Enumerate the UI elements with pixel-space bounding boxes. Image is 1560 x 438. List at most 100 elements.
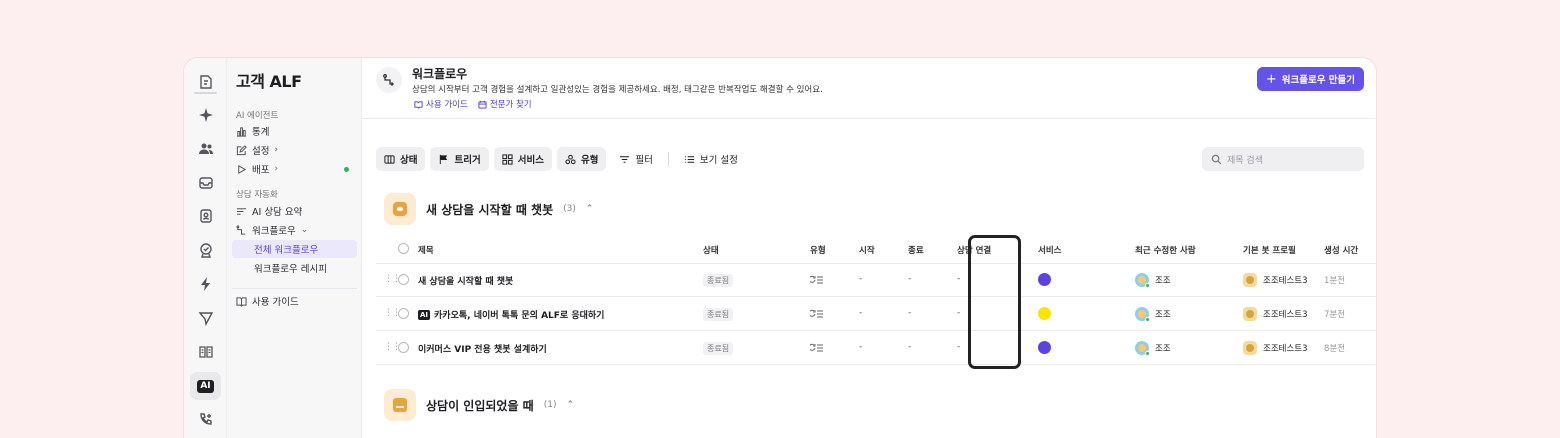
end-value: - xyxy=(908,274,912,284)
sidebar-item-label: 전체 워크플로우 xyxy=(254,245,319,256)
sidebar-item-workflow-recipes[interactable]: 워크플로우 레시피 xyxy=(232,259,357,277)
modifier-name: 조조 xyxy=(1155,310,1171,320)
phone-icon[interactable] xyxy=(190,406,221,434)
group-count: (3) xyxy=(563,204,576,214)
column-header-modifier[interactable]: 최근 수정한 사람 xyxy=(1135,244,1196,256)
sidebar-item-settings[interactable]: 설정 › xyxy=(232,141,357,159)
grid-icon xyxy=(502,153,513,165)
row-title-text: 카카오톡, 네이버 톡톡 문의 ALF로 응대하기 xyxy=(434,311,605,321)
row-divider xyxy=(376,330,1376,331)
row-title[interactable]: 이커머스 VIP 전용 챗봇 설계하기 xyxy=(418,342,547,355)
sidebar-item-user-guide[interactable]: 사용 가이드 xyxy=(232,292,357,310)
kakaotalk-icon xyxy=(1038,307,1051,320)
bot-profile-name: 조조테스트3 xyxy=(1263,276,1308,286)
sidebar-item-label: 사용 가이드 xyxy=(252,297,299,308)
chip-label: 서비스 xyxy=(517,155,544,166)
avatar xyxy=(1135,307,1150,322)
status-filter-chip[interactable]: 상태 xyxy=(376,147,426,171)
sidebar-item-workflow[interactable]: 워크플로우 ⌄ xyxy=(232,221,357,239)
start-value: - xyxy=(859,342,863,352)
status-badge: 종료됨 xyxy=(703,308,734,321)
header-links: 사용 가이드 전문가 찾기 xyxy=(414,98,532,110)
group-header[interactable]: 상담이 인입되었을 때 (1) ⌃ xyxy=(384,389,574,421)
app-window: AI 고객 ALF AI 에이전트 통계 설정 › 배포 › 상담 자동화 AI… xyxy=(184,58,1376,438)
workflow-type-icon xyxy=(810,275,823,284)
row-divider xyxy=(376,364,1376,365)
chip-label: 유형 xyxy=(580,155,599,166)
column-header-bot-profile[interactable]: 기본 봇 프로필 xyxy=(1243,244,1296,256)
sidebar-item-stats[interactable]: 통계 xyxy=(232,122,357,140)
workflow-icon xyxy=(236,224,246,235)
column-header-title[interactable]: 제목 xyxy=(418,244,434,256)
page-description: 상담의 시작부터 고객 경험을 설계하고 일관성있는 경험을 제공하세요. 배정… xyxy=(412,85,823,95)
column-header-end[interactable]: 종료 xyxy=(908,244,924,256)
column-header-created[interactable]: 생성 시간 xyxy=(1324,244,1358,256)
start-value: - xyxy=(859,308,863,318)
calendar-icon xyxy=(478,100,487,109)
book-open-icon xyxy=(236,296,247,307)
book-open-icon xyxy=(414,100,423,109)
bot-profile-name: 조조테스트3 xyxy=(1263,310,1308,320)
group-header[interactable]: 새 상담을 시작할 때 챗봇 (3) ⌃ xyxy=(384,193,593,225)
row-checkbox[interactable] xyxy=(398,308,409,319)
shapes-icon xyxy=(565,154,576,164)
guide-link[interactable]: 사용 가이드 xyxy=(414,98,468,110)
channel-talk-icon xyxy=(1038,341,1051,354)
create-workflow-button[interactable]: + 워크플로우 만들기 xyxy=(1256,67,1364,91)
section-automation: 상담 자동화 xyxy=(236,190,278,200)
lightning-icon[interactable] xyxy=(190,270,221,298)
chip-label: 상태 xyxy=(400,155,418,166)
check-badge-icon[interactable] xyxy=(190,236,221,264)
filter-button[interactable]: 필터 xyxy=(611,147,660,171)
rail-divider xyxy=(194,92,217,94)
select-all-checkbox[interactable] xyxy=(398,243,409,254)
channel-talk-icon xyxy=(1038,273,1051,286)
start-value: - xyxy=(859,274,863,284)
chip-label: 필터 xyxy=(635,155,653,166)
type-filter-chip[interactable]: 유형 xyxy=(556,147,607,171)
inbox-icon xyxy=(384,389,416,421)
row-title[interactable]: AI 카카오톡, 네이버 톡톡 문의 ALF로 응대하기 xyxy=(418,308,604,321)
sidebar-item-label: 워크플로우 xyxy=(252,226,296,237)
column-header-status[interactable]: 상태 xyxy=(703,244,719,256)
book-icon[interactable] xyxy=(190,338,221,366)
create-workflow-label: 워크플로우 만들기 xyxy=(1281,75,1355,86)
users-icon[interactable] xyxy=(190,135,221,163)
sidebar-item-all-workflows[interactable]: 전체 워크플로우 xyxy=(232,240,357,258)
chevron-up-icon[interactable]: ⌃ xyxy=(586,204,594,214)
sidebar-item-ai-summary[interactable]: AI 상담 요약 xyxy=(232,202,357,220)
type-column-highlight xyxy=(968,235,1021,369)
inbox-icon[interactable] xyxy=(190,169,221,197)
row-title[interactable]: 새 상담을 시작할 때 챗봇 xyxy=(418,274,513,287)
created-time: 7분전 xyxy=(1324,310,1346,320)
service-filter-chip[interactable]: 서비스 xyxy=(493,147,552,171)
status-badge: 종료됨 xyxy=(703,342,734,355)
sidebar-item-deploy[interactable]: 배포 › xyxy=(232,160,357,178)
row-checkbox[interactable] xyxy=(398,342,409,353)
column-header-start[interactable]: 시작 xyxy=(859,244,875,256)
avatar xyxy=(1135,273,1150,288)
columns-icon xyxy=(384,154,395,164)
bot-profile-name: 조조테스트3 xyxy=(1263,344,1308,354)
view-settings-button[interactable]: 보기 설정 xyxy=(676,147,746,171)
workflow-type-icon xyxy=(810,343,823,352)
row-checkbox[interactable] xyxy=(398,274,409,285)
chip-label: 트리거 xyxy=(454,155,481,166)
contact-card-icon[interactable] xyxy=(190,202,221,230)
header-divider xyxy=(362,118,1376,119)
chevron-up-icon[interactable]: ⌃ xyxy=(566,400,574,410)
connect-value: - xyxy=(957,274,961,284)
expert-link[interactable]: 전문가 찾기 xyxy=(478,98,532,110)
send-icon[interactable] xyxy=(190,304,221,332)
ai-icon[interactable]: AI xyxy=(190,372,221,400)
chevron-right-icon: › xyxy=(274,164,279,174)
column-header-type[interactable]: 유형 xyxy=(810,244,826,256)
search-icon xyxy=(1211,154,1222,164)
connect-value: - xyxy=(957,308,961,318)
list-lines-icon xyxy=(236,207,247,215)
sidebar-item-label: 통계 xyxy=(252,127,270,138)
sparkle-icon[interactable] xyxy=(190,101,221,129)
trigger-filter-chip[interactable]: 트리거 xyxy=(430,147,489,171)
column-header-service[interactable]: 서비스 xyxy=(1038,244,1061,256)
search-input[interactable]: 제목 검색 xyxy=(1202,147,1364,171)
